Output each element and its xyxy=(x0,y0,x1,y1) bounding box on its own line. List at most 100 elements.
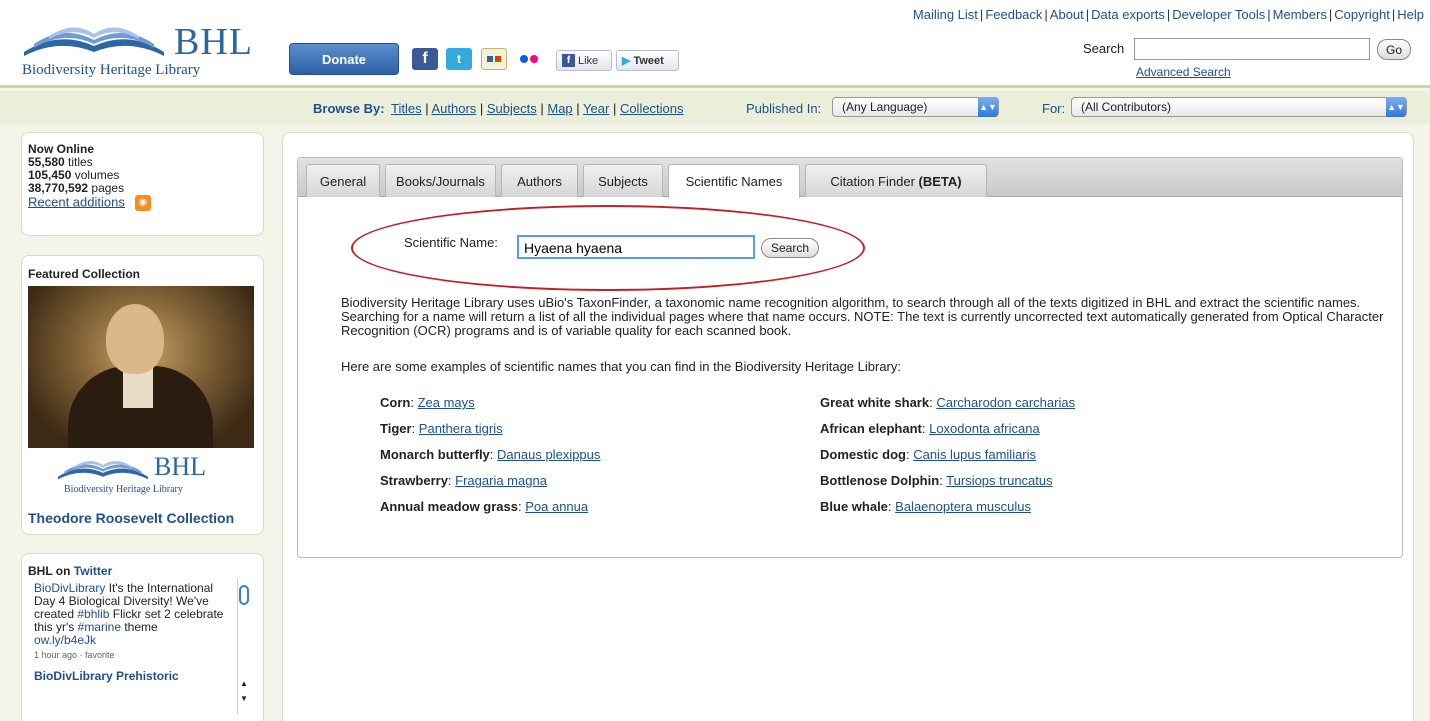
tab-citation-finder[interactable]: Citation Finder (BETA) xyxy=(805,164,987,197)
example-link[interactable]: Panthera tigris xyxy=(419,421,503,436)
browse-subjects-link[interactable]: Subjects xyxy=(487,101,537,116)
tab-citation-finder-label: Citation Finder xyxy=(830,173,915,189)
browse-bar: Browse By: Titles | Authors | Subjects |… xyxy=(0,91,1430,124)
advanced-search-link[interactable]: Advanced Search xyxy=(1136,65,1231,79)
taxonfinder-description: Biodiversity Heritage Library uses uBio'… xyxy=(341,295,1384,338)
contributor-select[interactable]: (All Contributors) ▲▼ xyxy=(1071,97,1407,117)
published-in-label: Published In: xyxy=(746,101,822,116)
example-item: Corn: Zea mays xyxy=(380,395,475,410)
open-book-icon xyxy=(58,460,148,480)
top-link-copyright[interactable]: Copyright xyxy=(1334,7,1390,22)
tweet-hashtag-link[interactable]: #marine xyxy=(78,620,121,634)
example-link[interactable]: Canis lupus familiaris xyxy=(913,447,1036,462)
scroll-up-arrow-icon[interactable]: ▲ xyxy=(240,679,248,688)
example-link[interactable]: Zea mays xyxy=(418,395,475,410)
example-link[interactable]: Danaus plexippus xyxy=(497,447,600,462)
browse-by-label: Browse By: xyxy=(313,101,385,116)
bhl-logo[interactable]: BHL Biodiversity Heritage Library xyxy=(22,20,252,80)
twitter-scrollbar[interactable]: ▲ ▼ xyxy=(237,579,250,714)
tab-general[interactable]: General xyxy=(306,164,380,197)
contributor-select-value: (All Contributors) xyxy=(1081,100,1172,114)
open-book-icon xyxy=(24,27,164,56)
scientific-search-button[interactable]: Search xyxy=(761,238,819,258)
tab-subjects[interactable]: Subjects xyxy=(583,164,663,197)
example-link[interactable]: Tursiops truncatus xyxy=(946,473,1052,488)
featured-bhl-logo: BHL Biodiversity Heritage Library xyxy=(28,448,254,508)
top-link-help[interactable]: Help xyxy=(1397,7,1424,22)
roosevelt-portrait[interactable] xyxy=(28,286,254,448)
donate-button[interactable]: Donate xyxy=(289,43,399,75)
example-item: African elephant: Loxodonta africana xyxy=(820,421,1040,436)
top-link-mailing-list[interactable]: Mailing List xyxy=(913,7,978,22)
twitter-box: BHL on Twitter BioDivLibrary It's the In… xyxy=(21,553,264,721)
logo-text: BHL xyxy=(174,21,253,63)
example-item: Domestic dog: Canis lupus familiaris xyxy=(820,447,1037,462)
beta-badge: (BETA) xyxy=(918,173,962,189)
top-link-about[interactable]: About xyxy=(1050,7,1084,22)
example-item: Bottlenose Dolphin: Tursiops truncatus xyxy=(820,473,1053,488)
top-link-feedback[interactable]: Feedback xyxy=(985,7,1042,22)
facebook-small-icon: f xyxy=(562,54,575,67)
rss-feed-icon[interactable]: ◉ xyxy=(134,195,151,211)
top-link-developer-tools[interactable]: Developer Tools xyxy=(1172,7,1265,22)
example-link[interactable]: Loxodonta africana xyxy=(929,421,1040,436)
example-link[interactable]: Fragaria magna xyxy=(455,473,547,488)
examples-intro: Here are some examples of scientific nam… xyxy=(341,359,901,374)
example-item: Great white shark: Carcharodon carcharia… xyxy=(820,395,1076,410)
language-select-value: (Any Language) xyxy=(842,100,928,114)
tweet-hashtag-link[interactable]: #bhlib xyxy=(77,607,109,621)
top-links: Mailing List | Feedback | About | Data exports… xyxy=(912,7,1424,22)
browse-collections-link[interactable]: Collections xyxy=(620,101,684,116)
scroll-thumb[interactable] xyxy=(239,585,249,605)
example-link[interactable]: Poa annua xyxy=(525,499,588,514)
flickr-icon[interactable] xyxy=(515,48,543,70)
browse-authors-link[interactable]: Authors xyxy=(431,101,476,116)
twitter-box-title: BHL on Twitter xyxy=(28,564,113,578)
tweet-label: Tweet xyxy=(633,54,664,67)
site-search-input[interactable] xyxy=(1134,38,1370,60)
now-online-title: Now Online xyxy=(28,142,94,156)
browse-titles-link[interactable]: Titles xyxy=(391,101,422,116)
site-header: BHL Biodiversity Heritage Library Donate… xyxy=(0,0,1430,88)
browse-map-link[interactable]: Map xyxy=(547,101,572,116)
language-select[interactable]: (Any Language) ▲▼ xyxy=(832,97,999,117)
logo-subtitle: Biodiversity Heritage Library xyxy=(22,62,201,78)
browse-year-link[interactable]: Year xyxy=(583,101,609,116)
featured-logo-subtitle: Biodiversity Heritage Library xyxy=(64,484,183,495)
facebook-icon[interactable]: f xyxy=(412,48,438,70)
twitter-link[interactable]: Twitter xyxy=(74,564,112,578)
now-online-box: Now Online 55,580 titles 105,450 volumes… xyxy=(21,132,264,236)
twitter-bird-icon[interactable]: t xyxy=(446,48,472,70)
facebook-like-button[interactable]: f Like xyxy=(556,50,612,71)
twitter-small-icon: ▶ xyxy=(622,55,631,67)
browse-links: Titles | Authors | Subjects | Map | Year… xyxy=(391,101,684,116)
example-item: Monarch butterfly: Danaus plexippus xyxy=(380,447,601,462)
example-item: Strawberry: Fragaria magna xyxy=(380,473,547,488)
recent-additions-link[interactable]: Recent additions xyxy=(28,194,125,209)
tweet-user-link[interactable]: BioDivLibrary xyxy=(34,581,105,595)
example-item: Tiger: Panthera tigris xyxy=(380,421,503,436)
go-button[interactable]: Go xyxy=(1377,39,1411,60)
delicious-icon[interactable] xyxy=(481,48,507,70)
for-label: For: xyxy=(1042,101,1066,116)
tab-bar: General Books/Journals Authors Subjects … xyxy=(298,158,1402,198)
example-item: Blue whale: Balaenoptera musculus xyxy=(820,499,1032,514)
tweet-text: theme xyxy=(124,620,158,634)
top-link-members[interactable]: Members xyxy=(1273,7,1327,22)
tab-scientific-names[interactable]: Scientific Names xyxy=(668,164,800,198)
top-link-data-exports[interactable]: Data exports xyxy=(1091,7,1165,22)
tweet-button[interactable]: ▶ Tweet xyxy=(616,50,679,71)
tweet-meta: 1 hour ago · favorite xyxy=(34,650,115,660)
example-link[interactable]: Balaenoptera musculus xyxy=(895,499,1031,514)
pages-stat: 38,770,592 pages xyxy=(28,181,125,195)
tab-books-journals[interactable]: Books/Journals xyxy=(385,164,496,197)
featured-collection-link[interactable]: Theodore Roosevelt Collection xyxy=(28,510,263,526)
scroll-down-arrow-icon[interactable]: ▼ xyxy=(240,694,248,703)
tab-authors[interactable]: Authors xyxy=(501,164,578,197)
tweet-url-link[interactable]: ow.ly/b4eJk xyxy=(34,634,234,647)
example-item: Annual meadow grass: Poa annua xyxy=(380,499,589,514)
scientific-name-input[interactable]: Hyaena hyaena xyxy=(517,235,755,259)
example-link[interactable]: Carcharodon carcharias xyxy=(936,395,1075,410)
tweet-item: BioDivLibrary It's the International Day… xyxy=(34,582,234,683)
featured-logo-text: BHL xyxy=(154,452,206,481)
